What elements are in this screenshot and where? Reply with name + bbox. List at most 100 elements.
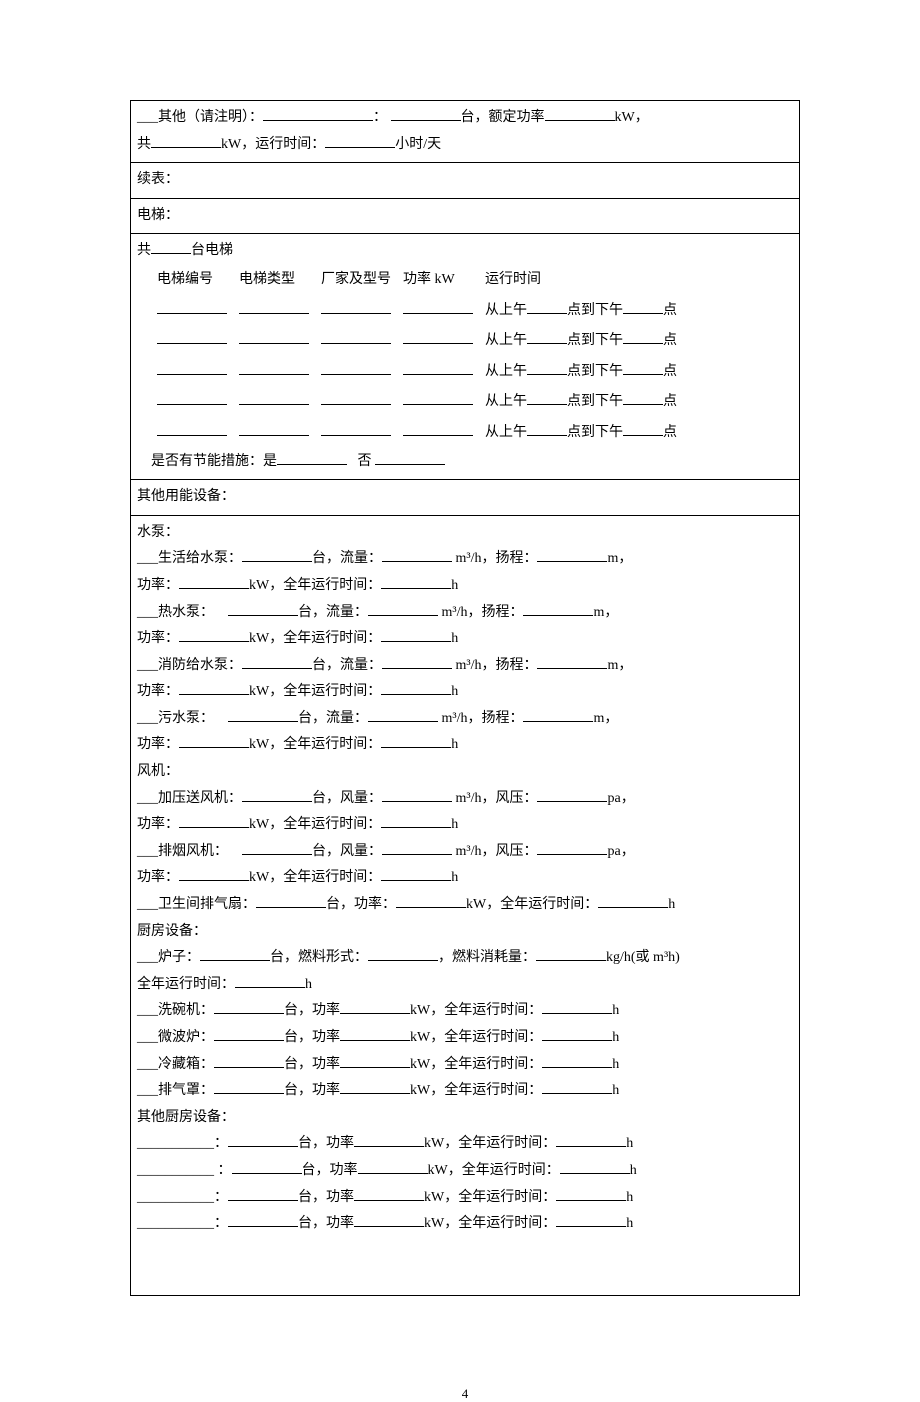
fan-bath: ___卫生间排气扇： [137,897,256,912]
table-row: 从上午点到下午点 [151,418,683,449]
t: 功率： [137,684,179,699]
t: 台，燃料形式： [270,950,368,965]
form-table: ___其他（请注明）：： 台，额定功率kW， 共kW，运行时间：小时/天 续表：… [130,100,800,1296]
t-mid: 点到下午 [567,425,623,440]
t: h [626,1190,633,1205]
t: kW，全年运行时间： [424,1190,556,1205]
t-mid: 点到下午 [567,394,623,409]
stove: ___炉子： [137,950,200,965]
t-end: 点 [663,364,677,379]
t-mid: 点到下午 [567,333,623,348]
t-total: 共 [137,137,151,152]
kitchen-title: 厨房设备： [137,924,207,939]
t: kW，全年运行时间： [249,684,381,699]
t: h [612,1083,619,1098]
t: 台，流量： [312,658,382,673]
t: 台，风量： [312,791,382,806]
t: m³/h，扬程： [452,551,537,566]
table-row: 从上午 点到下午 点 [151,357,683,388]
t: pa， [607,791,634,806]
hdr-no: 电梯编号 [151,265,233,296]
t: 台，流量： [298,711,368,726]
t-mid: 点到下午 [567,364,623,379]
t: kg/h(或 m³h) [606,950,680,965]
table-row: 电梯编号 电梯类型 厂家及型号 功率 kW 运行时间 [151,265,683,296]
t: kW，全年运行时间： [410,1003,542,1018]
fan-smoke: ___排烟风机： [137,844,228,859]
t: 台，功率 [302,1163,358,1178]
other-label: ___其他（请注明）： [137,110,263,125]
t: pa， [607,844,634,859]
hdr-type: 电梯类型 [233,265,315,296]
t: 台，流量： [312,551,382,566]
t-kw2: kW，运行时间： [221,137,325,152]
t: 功率： [137,578,179,593]
t-end: 点 [663,394,677,409]
elevator-table: 电梯编号 电梯类型 厂家及型号 功率 kW 运行时间 从上午点到下午点 从上午点… [151,265,683,449]
t: 台，功率 [284,1003,340,1018]
t: h [626,1136,633,1151]
contd: 续表： [137,172,179,187]
t: m， [593,711,618,726]
t: h [451,684,458,699]
t: kW，全年运行时间： [424,1136,556,1151]
t-mid: 点到下午 [567,303,623,318]
cell-elev-body: 共台电梯 电梯编号 电梯类型 厂家及型号 功率 kW 运行时间 从上午点到下午点… [131,234,800,480]
cell-body: 水泵： ___生活给水泵：台，流量： m³/h，扬程：m， 功率：kW，全年运行… [131,515,800,1295]
dish: ___洗碗机： [137,1003,214,1018]
t: ，燃料消耗量： [438,950,536,965]
t: h [305,977,312,992]
t: h [612,1057,619,1072]
t: kW，全年运行时间： [249,870,381,885]
t: 台，功率 [298,1136,354,1151]
t: 全年运行时间： [137,977,235,992]
t-kw: kW， [615,110,649,125]
table-row: 从上午点到下午点 [151,326,683,357]
t-from: 从上午 [485,364,527,379]
t-from: 从上午 [485,333,527,348]
t: 台，风量： [312,844,382,859]
t: kW，全年运行时间： [410,1083,542,1098]
t: kW，全年运行时间： [410,1030,542,1045]
cell-other-top: ___其他（请注明）：： 台，额定功率kW， 共kW，运行时间：小时/天 [131,101,800,163]
hdr-mfr: 厂家及型号 [315,265,397,296]
t: h [451,817,458,832]
t: h [451,737,458,752]
t: kW，全年运行时间： [466,897,598,912]
t: h [451,578,458,593]
hdr-time: 运行时间 [479,265,683,296]
t: m³/h，扬程： [438,711,523,726]
t: 台，功率 [284,1057,340,1072]
t: kW，全年运行时间： [249,631,381,646]
t: 功率： [137,631,179,646]
fan-press: ___加压送风机： [137,791,242,806]
t: m³/h，扬程： [438,605,523,620]
t: m， [607,551,632,566]
fans-title: 风机： [137,764,179,779]
table-row: 从上午点到下午点 [151,387,683,418]
elev-total-pre: 共 [137,243,151,258]
t: ________： [158,1190,228,1205]
t: kW，全年运行时间： [249,817,381,832]
t: 功率： [137,870,179,885]
t: h [612,1030,619,1045]
t: ________： [158,1216,228,1231]
t: 台，功率 [298,1216,354,1231]
t-end: 点 [663,303,677,318]
t: m³/h，扬程： [452,658,537,673]
fridge: ___冷藏箱： [137,1057,214,1072]
t: 台，功率 [284,1030,340,1045]
t: kW，全年运行时间： [249,737,381,752]
t: ________ ： [158,1163,232,1178]
t: h [630,1163,637,1178]
t: h [451,870,458,885]
t-from: 从上午 [485,303,527,318]
t: h [612,1003,619,1018]
other-eq: 其他用能设备： [137,489,235,504]
t-hd: 小时/天 [395,137,441,152]
t: kW，全年运行时间： [410,1057,542,1072]
micro: ___微波炉： [137,1030,214,1045]
elev-total-suf: 台电梯 [191,243,233,258]
t: kW，全年运行时间： [424,1216,556,1231]
t: h [451,631,458,646]
